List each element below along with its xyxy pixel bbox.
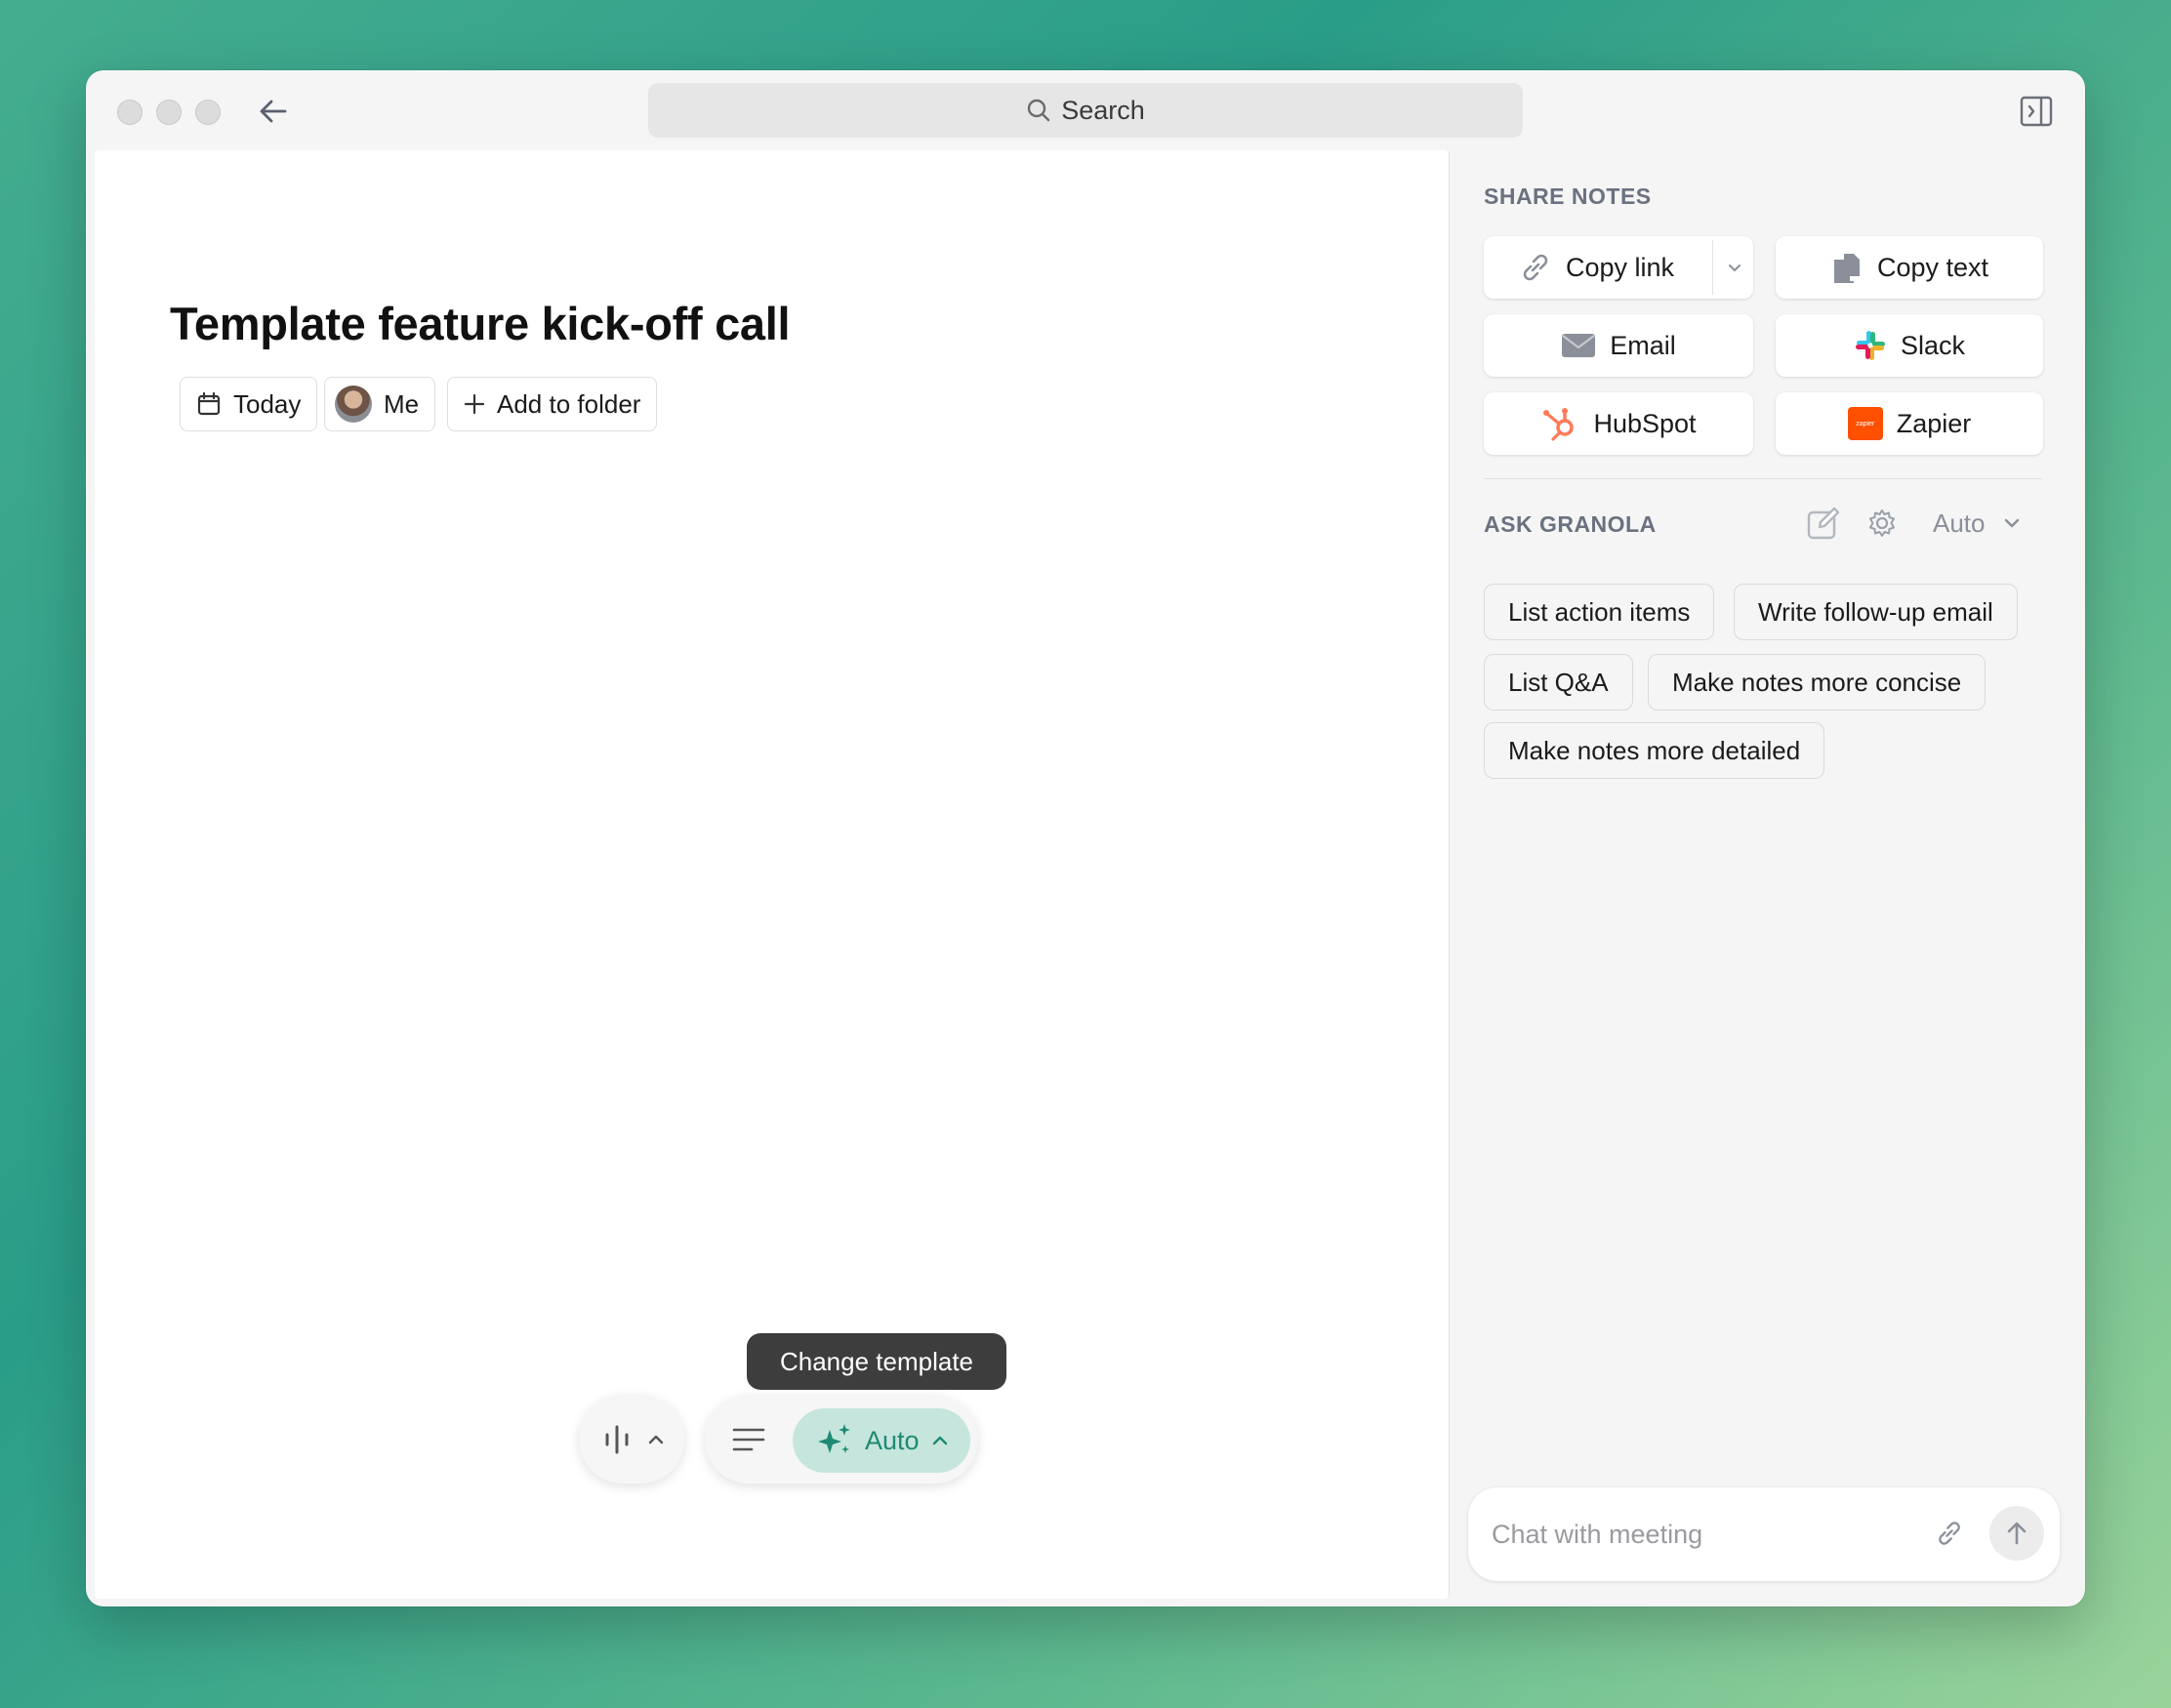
add-to-folder-label: Add to folder (497, 388, 641, 419)
app-window: Search Template feature kick-off call (86, 70, 2085, 1606)
email-label: Email (1610, 330, 1676, 360)
slack-label: Slack (1900, 330, 1966, 360)
hubspot-label: HubSpot (1593, 408, 1697, 438)
edit-prompt-button[interactable] (1806, 506, 1841, 541)
date-chip-label: Today (233, 388, 302, 419)
chat-placeholder: Chat with meeting (1492, 1519, 1703, 1549)
ask-settings-button[interactable] (1866, 508, 1898, 539)
slack-logo-icon (1855, 331, 1885, 360)
chevron-up-icon (648, 1435, 664, 1444)
hubspot-button[interactable]: HubSpot (1484, 392, 1753, 455)
copy-documents-icon (1833, 254, 1860, 283)
hubspot-logo-icon (1543, 408, 1575, 441)
date-chip[interactable]: Today (180, 377, 318, 431)
arrow-left-icon (260, 100, 287, 123)
sidebar-toggle-button[interactable] (2019, 94, 2054, 129)
link-icon (1523, 254, 1548, 281)
sparkles-icon (818, 1424, 850, 1453)
back-button[interactable] (254, 92, 293, 131)
title-bar: Search (86, 70, 2085, 150)
attach-link-button[interactable] (1935, 1519, 1966, 1550)
zapier-label: Zapier (1896, 408, 1972, 438)
copy-text-button[interactable]: Copy text (1776, 236, 2043, 299)
audio-waveform-icon (605, 1425, 629, 1454)
recording-control[interactable] (579, 1396, 684, 1484)
template-auto-label: Auto (865, 1425, 920, 1455)
chevron-down-icon (1729, 264, 1741, 271)
minimize-window-button[interactable] (156, 100, 182, 125)
change-template-tooltip: Change template (747, 1333, 1006, 1390)
copy-link-divider (1712, 240, 1713, 295)
envelope-icon (1562, 334, 1596, 357)
template-auto-button[interactable]: Auto (793, 1408, 970, 1473)
ask-mode-label: Auto (1933, 508, 1986, 538)
plus-icon (464, 393, 485, 415)
gear-icon (1869, 509, 1895, 537)
ask-granola-heading: ASK GRANOLA (1484, 511, 1657, 537)
zoom-window-button[interactable] (195, 100, 221, 125)
send-button[interactable] (1989, 1506, 2044, 1561)
copy-link-options-button[interactable] (1718, 252, 1751, 283)
notes-lines-icon[interactable] (732, 1427, 765, 1452)
suggestion-list-qa[interactable]: List Q&A (1484, 654, 1633, 711)
section-divider (1484, 478, 2042, 479)
zapier-logo-icon: zapier (1847, 407, 1883, 440)
avatar (335, 386, 372, 423)
arrow-up-icon (2007, 1522, 2027, 1545)
person-chip-label: Me (384, 388, 420, 419)
note-title[interactable]: Template feature kick-off call (170, 297, 791, 350)
pencil-square-icon (1807, 507, 1840, 540)
add-to-folder-button[interactable]: Add to folder (447, 377, 658, 431)
search-icon (1028, 99, 1050, 122)
chevron-up-icon (932, 1436, 947, 1445)
slack-button[interactable]: Slack (1776, 314, 2043, 377)
close-window-button[interactable] (117, 100, 143, 125)
zapier-badge-text: zapier (1856, 420, 1875, 427)
suggestion-make-notes-more-detailed[interactable]: Make notes more detailed (1484, 722, 1825, 779)
desktop-background: Search Template feature kick-off call To… (0, 0, 2171, 1708)
suggestion-list-action-items[interactable]: List action items (1484, 584, 1715, 640)
suggestion-write-follow-up-email[interactable]: Write follow-up email (1734, 584, 2018, 640)
sidebar-toggle-icon (2020, 96, 2053, 127)
email-button[interactable]: Email (1484, 314, 1753, 377)
suggestion-make-notes-more-concise[interactable]: Make notes more concise (1648, 654, 1987, 711)
link-icon (1939, 1522, 1960, 1545)
chevron-down-icon (2004, 518, 2019, 528)
search-bar[interactable]: Search (648, 83, 1523, 138)
zapier-button[interactable]: zapier Zapier (1776, 392, 2043, 455)
chat-input[interactable]: Chat with meeting (1468, 1487, 2060, 1581)
search-label: Search (1061, 95, 1145, 125)
share-notes-heading: SHARE NOTES (1484, 183, 1652, 209)
copy-link-label: Copy link (1566, 252, 1675, 282)
ask-mode-selector[interactable]: Auto (1933, 508, 2021, 539)
calendar-icon (197, 391, 221, 416)
copy-text-label: Copy text (1876, 252, 1989, 282)
person-chip[interactable]: Me (324, 377, 436, 431)
